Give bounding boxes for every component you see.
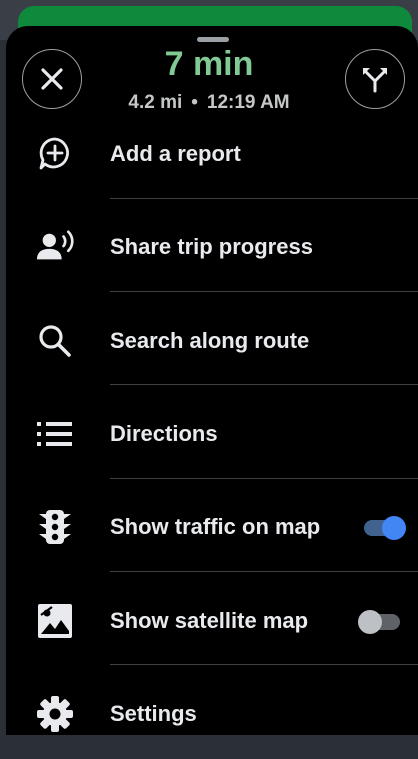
alternate-routes-button[interactable] (345, 49, 405, 109)
menu-item-label: Show satellite map (110, 608, 309, 633)
menu-item-label: Add a report (110, 141, 241, 166)
menu-divider (110, 478, 418, 479)
traffic-light-icon (36, 508, 74, 546)
menu-divider (110, 571, 418, 572)
satellite-toggle[interactable] (358, 610, 402, 634)
menu-item-label: Show traffic on map (110, 514, 321, 539)
menu-divider (110, 664, 418, 665)
menu-item-directions[interactable]: Directions (6, 389, 418, 479)
menu-divider (110, 384, 418, 385)
search-icon (36, 322, 74, 360)
menu-item-show-traffic[interactable]: Show traffic on map (6, 482, 418, 572)
menu-divider (110, 291, 418, 292)
toggle-knob (358, 610, 382, 634)
menu-item-settings[interactable]: Settings (6, 669, 418, 759)
alternate-routes-icon (363, 68, 387, 93)
drag-handle[interactable] (197, 37, 229, 42)
menu-item-search-along-route[interactable]: Search along route (6, 296, 418, 386)
satellite-image-icon (36, 602, 74, 640)
menu-item-label: Settings (110, 701, 197, 726)
share-trip-icon (36, 228, 74, 266)
menu-item-label: Directions (110, 421, 218, 446)
menu-item-share-trip-progress[interactable]: Share trip progress (6, 202, 418, 292)
directions-list-icon (36, 415, 74, 453)
toggle-knob (382, 516, 406, 540)
traffic-toggle[interactable] (362, 516, 406, 540)
menu-item-show-satellite[interactable]: Show satellite map (6, 576, 418, 666)
menu-item-add-report[interactable]: Add a report (6, 109, 418, 199)
menu-item-label: Search along route (110, 328, 310, 353)
menu-item-label: Share trip progress (110, 234, 313, 259)
add-report-icon (36, 135, 74, 173)
menu-divider (110, 198, 418, 199)
settings-gear-icon (36, 695, 74, 733)
